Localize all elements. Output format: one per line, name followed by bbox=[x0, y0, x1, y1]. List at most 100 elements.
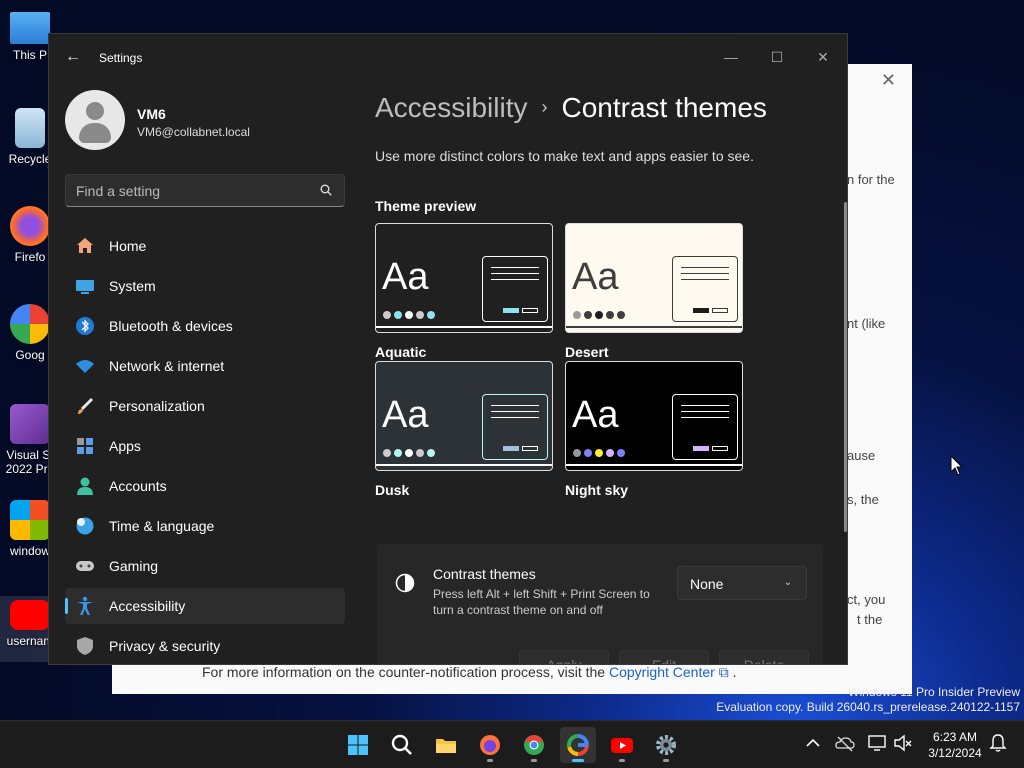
taskbar-settings[interactable] bbox=[648, 727, 684, 763]
nav-item-time-language[interactable]: Time & language bbox=[65, 508, 345, 544]
color-dot bbox=[394, 311, 402, 319]
taskbar-google[interactable] bbox=[560, 727, 596, 763]
user-email: VM6@collabnet.local bbox=[137, 125, 250, 139]
nav-item-network[interactable]: Network & internet bbox=[65, 348, 345, 384]
color-dot bbox=[617, 449, 625, 457]
contrast-theme-dropdown[interactable]: None ⌄ bbox=[677, 566, 807, 600]
preview-text-line bbox=[681, 411, 729, 412]
search-icon[interactable] bbox=[320, 184, 332, 196]
main-content: Accessibility › Contrast themes Use more d… bbox=[375, 82, 847, 664]
color-dot bbox=[405, 449, 413, 457]
start-button[interactable] bbox=[340, 727, 376, 763]
chevron-up-icon[interactable] bbox=[803, 733, 823, 753]
taskbar-chrome[interactable] bbox=[516, 727, 552, 763]
preview-bottom-bar bbox=[376, 326, 552, 328]
preview-mini-window bbox=[672, 394, 738, 460]
color-dot bbox=[383, 311, 391, 319]
theme-card-aquatic[interactable]: Aa bbox=[375, 223, 553, 333]
preview-text-line bbox=[491, 411, 539, 412]
color-dot bbox=[383, 449, 391, 457]
nav-item-home[interactable]: Home bbox=[65, 228, 345, 264]
onedrive-icon[interactable] bbox=[835, 733, 855, 753]
theme-name-night-sky: Night sky bbox=[565, 482, 629, 498]
preview-primary-button bbox=[693, 308, 709, 313]
theme-card-desert[interactable]: Aa bbox=[565, 223, 743, 333]
nav-item-gaming[interactable]: Gaming bbox=[65, 548, 345, 584]
contrast-themes-label: Contrast themes bbox=[433, 566, 536, 582]
taskbar-search-button[interactable] bbox=[384, 727, 420, 763]
nav-item-personalization[interactable]: Personalization bbox=[65, 388, 345, 424]
maximize-button[interactable]: ☐ bbox=[757, 42, 797, 72]
apply-button[interactable]: Apply bbox=[519, 650, 609, 664]
close-icon[interactable]: ✕ bbox=[881, 70, 896, 91]
copyright-center-link[interactable]: Copyright Center bbox=[609, 664, 715, 680]
google-icon bbox=[10, 304, 50, 344]
minimize-button[interactable]: — bbox=[711, 42, 751, 72]
clock[interactable]: 6:23 AM 3/12/2024 bbox=[920, 729, 990, 761]
running-indicator bbox=[663, 759, 669, 762]
counter-notification-text: For more information on the counter-noti… bbox=[202, 664, 737, 680]
back-arrow-icon[interactable]: ← bbox=[65, 48, 81, 66]
avatar-body bbox=[79, 123, 111, 143]
close-button[interactable]: ✕ bbox=[803, 42, 843, 72]
color-dot bbox=[584, 449, 592, 457]
network-monitor-icon[interactable] bbox=[867, 733, 887, 753]
avatar-head bbox=[86, 102, 104, 120]
nav-item-system[interactable]: System bbox=[65, 268, 345, 304]
contrast-icon bbox=[395, 573, 415, 593]
title-bar: ← Settings — ☐ ✕ bbox=[49, 34, 847, 82]
preview-bottom-bar bbox=[376, 464, 552, 466]
firefox-icon bbox=[10, 206, 50, 246]
preview-color-dots bbox=[573, 444, 628, 462]
preview-mini-window bbox=[482, 256, 548, 322]
color-dot bbox=[573, 449, 581, 457]
preview-primary-button bbox=[503, 308, 519, 313]
volume-muted-icon[interactable] bbox=[893, 733, 913, 753]
theme-card-night-sky[interactable]: Aa bbox=[565, 361, 743, 471]
color-dot bbox=[416, 311, 424, 319]
shield-icon bbox=[77, 637, 93, 655]
youtube-icon bbox=[10, 600, 50, 630]
search-input[interactable] bbox=[66, 175, 306, 206]
preview-text-line bbox=[491, 279, 539, 280]
nav-item-privacy-security[interactable]: Privacy & security bbox=[65, 628, 345, 664]
preview-secondary-button bbox=[712, 446, 728, 451]
start-icon bbox=[348, 735, 368, 755]
delete-button[interactable]: Delete bbox=[719, 650, 809, 664]
taskbar-file-explorer[interactable] bbox=[428, 727, 464, 763]
notification-bell-icon[interactable] bbox=[988, 733, 1008, 753]
clock-time: 6:23 AM bbox=[932, 730, 978, 744]
running-indicator bbox=[531, 759, 537, 762]
breadcrumb-parent[interactable]: Accessibility bbox=[375, 92, 527, 123]
nav-item-apps[interactable]: Apps bbox=[65, 428, 345, 464]
color-dot bbox=[427, 449, 435, 457]
preview-text-line bbox=[681, 273, 729, 274]
preview-mini-window bbox=[672, 256, 738, 322]
preview-primary-button bbox=[693, 446, 709, 451]
running-indicator bbox=[619, 759, 625, 762]
chevron-right-icon: › bbox=[541, 97, 548, 117]
nav-item-accessibility[interactable]: Accessibility bbox=[65, 588, 345, 624]
nav-item-bluetooth[interactable]: Bluetooth & devices bbox=[65, 308, 345, 344]
preview-text-line bbox=[681, 405, 729, 406]
home-icon bbox=[77, 238, 93, 253]
preview-text-line bbox=[491, 273, 539, 274]
preview-sample-text: Aa bbox=[382, 394, 429, 436]
sidebar: VM6 VM6@collabnet.local Home System Blue… bbox=[49, 82, 359, 664]
edit-button[interactable]: Edit bbox=[619, 650, 709, 664]
system-icon bbox=[76, 280, 94, 294]
taskbar-youtube[interactable] bbox=[604, 727, 640, 763]
avatar[interactable] bbox=[65, 90, 125, 150]
nav-item-accounts[interactable]: Accounts bbox=[65, 468, 345, 504]
clock-date: 3/12/2024 bbox=[928, 746, 982, 760]
theme-name-aquatic: Aquatic bbox=[375, 344, 427, 360]
scrollbar[interactable] bbox=[844, 202, 847, 532]
preview-text-line bbox=[681, 417, 729, 418]
theme-card-dusk[interactable]: Aa bbox=[375, 361, 553, 471]
globe-icon bbox=[76, 517, 94, 535]
theme-preview-title: Theme preview bbox=[375, 198, 477, 214]
color-dot bbox=[394, 449, 402, 457]
search-box[interactable] bbox=[65, 174, 345, 207]
nav-list: Home System Bluetooth & devices Network … bbox=[65, 228, 345, 664]
taskbar-firefox[interactable] bbox=[472, 727, 508, 763]
